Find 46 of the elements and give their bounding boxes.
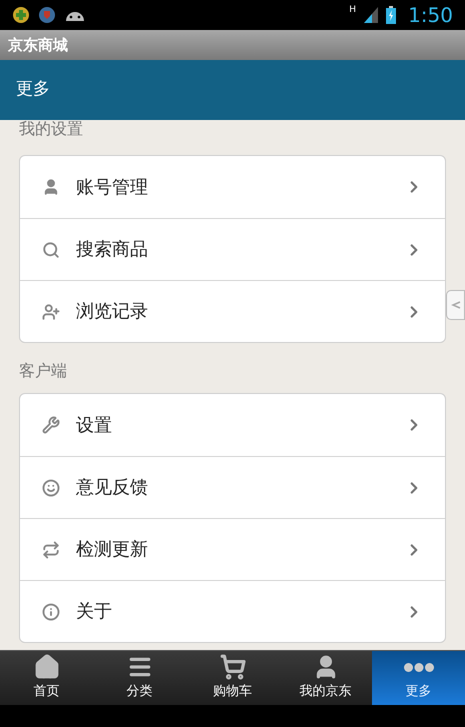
user-icon (42, 178, 60, 196)
menu-item-label: 检测更新 (76, 538, 149, 562)
app-notification-icon (12, 6, 30, 24)
menu-item[interactable]: 设置 (20, 394, 445, 456)
network-type: H (349, 4, 356, 17)
search-icon (42, 240, 60, 258)
tab-label: 分类 (126, 683, 152, 702)
battery-icon (386, 6, 396, 24)
signal-icon (364, 7, 378, 23)
menu-item[interactable]: 账号管理 (20, 156, 445, 218)
tab-item[interactable]: 首页 (0, 651, 93, 705)
home-icon (34, 654, 60, 680)
section-title: 客户端 (19, 360, 68, 382)
more-icon (404, 662, 434, 672)
section-title: 我的设置 (19, 118, 84, 140)
tab-label: 更多 (406, 682, 432, 701)
tab-item[interactable]: 更多 (372, 651, 465, 705)
smile-icon (42, 478, 60, 496)
menu-item-label: 浏览记录 (76, 300, 149, 324)
status-time: 1:50 (408, 2, 453, 29)
window-title: 京东商城 (0, 30, 465, 60)
tab-label: 我的京东 (300, 683, 352, 702)
side-drawer-handle[interactable] (446, 290, 465, 320)
menu-item-label: 关于 (76, 600, 113, 624)
tab-item[interactable]: 我的京东 (279, 651, 372, 705)
tab-label: 首页 (34, 683, 60, 702)
cart-icon (220, 654, 246, 680)
tab-item[interactable]: 分类 (93, 651, 186, 705)
repeat-icon (42, 540, 60, 558)
wrench-icon (42, 416, 60, 434)
tab-label: 购物车 (213, 683, 252, 702)
menu-item-label: 设置 (76, 414, 113, 438)
menu-item[interactable]: 检测更新 (20, 518, 445, 580)
menu-item-label: 意见反馈 (76, 476, 149, 500)
menu-item[interactable]: 意见反馈 (20, 456, 445, 518)
tab-item[interactable]: 购物车 (186, 651, 279, 705)
menu-item[interactable]: 关于 (20, 580, 445, 642)
menu-item-label: 账号管理 (76, 176, 149, 200)
user-plus-icon (42, 302, 60, 320)
info-icon (42, 602, 60, 620)
menu-item[interactable]: 浏览记录 (20, 280, 445, 342)
page-header: 更多 (0, 60, 465, 120)
shield-notification-icon (38, 6, 56, 24)
menu-item-label: 搜索商品 (76, 238, 149, 262)
menu-item[interactable]: 搜索商品 (20, 218, 445, 280)
arrow-left-icon (450, 300, 460, 310)
